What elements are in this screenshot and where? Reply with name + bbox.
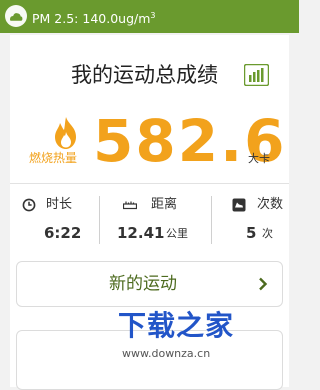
stat-count-unit: 次	[262, 227, 273, 240]
stat-count-value: 5	[246, 224, 257, 242]
bar-chart-icon[interactable]	[244, 64, 269, 86]
status-bar: PM 2.5: 140.0ug/m3	[0, 0, 299, 33]
watermark-url: www.downza.cn	[122, 347, 211, 360]
pm25-reading: PM 2.5: 140.0ug/m3	[32, 8, 155, 27]
stat-distance-value: 12.41	[117, 224, 165, 242]
chevron-right-icon	[259, 277, 268, 291]
new-workout-label: 新的运动	[109, 274, 177, 294]
new-workout-button[interactable]: 新的运动	[16, 261, 283, 307]
stat-distance-label: 距离	[151, 197, 178, 212]
calories-unit: 大卡	[248, 152, 270, 165]
clock-icon	[22, 198, 36, 212]
divider	[10, 183, 289, 184]
pm25-superscript: 3	[150, 11, 156, 20]
cloud-icon	[5, 5, 27, 27]
page-title: 我的运动总成绩	[71, 63, 218, 87]
stat-separator	[211, 196, 212, 244]
watermark-logo: 下载之家	[118, 309, 235, 342]
calories-label: 燃烧热量	[29, 151, 78, 165]
ruler-icon	[123, 201, 137, 210]
stat-separator	[99, 196, 100, 244]
flame-icon	[55, 117, 76, 149]
pm25-label: PM 2.5: 140.0ug/m	[32, 11, 151, 27]
stat-duration-value: 6:22	[44, 224, 82, 242]
shoe-icon	[232, 198, 246, 212]
stat-count-label: 次数	[257, 197, 284, 212]
stat-distance-unit: 公里	[166, 227, 188, 240]
stat-duration-label: 时长	[46, 197, 73, 212]
